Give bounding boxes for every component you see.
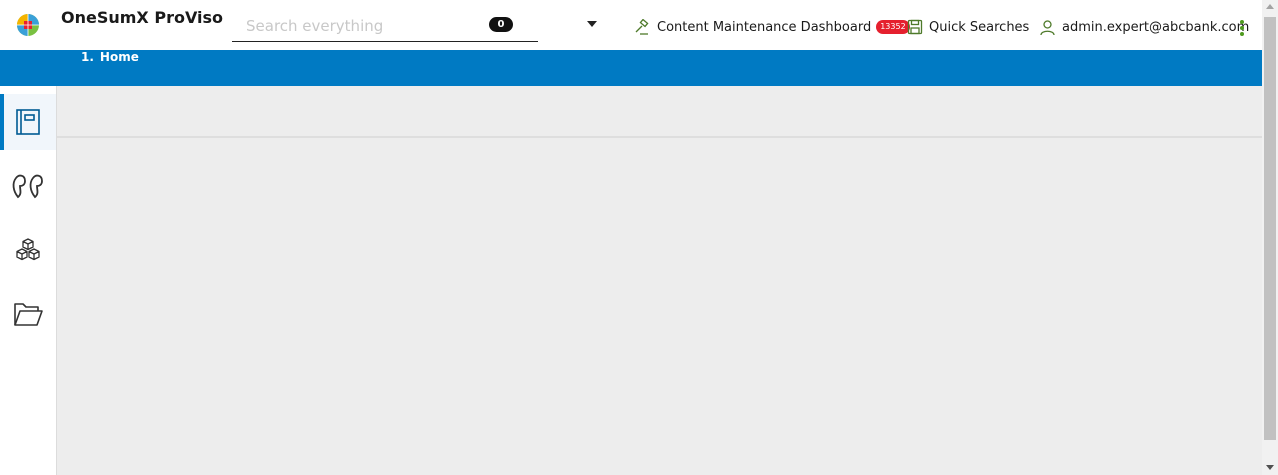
cubes-icon: [16, 238, 40, 261]
folder-open-icon: [14, 303, 43, 326]
sidebar-item-folders[interactable]: [0, 286, 56, 342]
scroll-down-arrow-icon[interactable]: [1266, 465, 1274, 470]
content-maintenance-dashboard-link[interactable]: Content Maintenance Dashboard 13352: [634, 17, 910, 37]
quote-icon: [12, 174, 43, 199]
search-box: 0: [232, 13, 538, 42]
sidebar-item-quotes[interactable]: [0, 158, 56, 214]
breadcrumb-number: 1.: [81, 50, 94, 64]
notification-badge: 13352: [876, 20, 910, 34]
user-icon: [1040, 19, 1055, 35]
content-toolbar: [57, 86, 1262, 138]
app-title: OneSumX ProViso: [61, 8, 224, 27]
save-icon: [907, 19, 923, 35]
vertical-scrollbar[interactable]: [1262, 0, 1278, 475]
kebab-menu-icon[interactable]: [1240, 20, 1245, 38]
document-icon: [16, 109, 40, 135]
sidebar-item-documents[interactable]: [0, 94, 56, 150]
left-sidebar: [0, 86, 57, 475]
main-content: [57, 86, 1262, 475]
sidebar-item-components[interactable]: [0, 222, 56, 278]
search-count-badge: 0: [489, 17, 513, 32]
quick-searches-label: Quick Searches: [929, 19, 1030, 35]
content-maintenance-label: Content Maintenance Dashboard: [657, 19, 872, 35]
search-dropdown-button[interactable]: [585, 19, 599, 29]
breadcrumb-home[interactable]: 1. Home: [81, 50, 139, 64]
quick-searches-link[interactable]: Quick Searches: [907, 17, 1029, 37]
breadcrumb-bar: 1. Home: [0, 50, 1262, 86]
breadcrumb-label: Home: [99, 50, 139, 64]
top-header: OneSumX ProViso 0 Content Maintenance Da…: [0, 0, 1262, 50]
globe-logo-icon[interactable]: [16, 13, 40, 37]
search-input[interactable]: [246, 15, 476, 37]
user-account-menu[interactable]: admin.expert@abcbank.com: [1039, 17, 1249, 37]
scrollbar-thumb[interactable]: [1264, 17, 1276, 440]
gavel-icon: [635, 18, 649, 35]
scroll-up-arrow-icon[interactable]: [1266, 4, 1274, 9]
user-email: admin.expert@abcbank.com: [1062, 19, 1250, 35]
